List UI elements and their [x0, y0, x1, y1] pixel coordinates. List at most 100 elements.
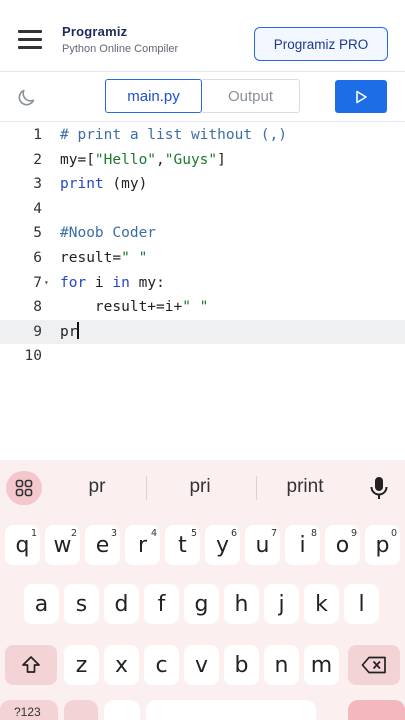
key-hint: 8	[310, 528, 317, 539]
key-g[interactable]: g	[184, 584, 219, 624]
keyboard-apps-button[interactable]	[6, 471, 42, 505]
suggestion-divider	[146, 476, 147, 500]
fold-arrow-icon[interactable]: ▾	[44, 271, 49, 296]
app-header: Programiz Python Online Compiler Program…	[0, 0, 405, 72]
key-k[interactable]: k	[304, 584, 339, 624]
key-s[interactable]: s	[64, 584, 99, 624]
code-line[interactable]: 6 result=" "	[0, 246, 405, 271]
key-u[interactable]: u7	[245, 525, 280, 565]
key-j[interactable]: j	[264, 584, 299, 624]
code-token: " "	[121, 250, 148, 266]
code-token: (my)	[103, 176, 148, 193]
suggestion-bar: pr pri print	[0, 460, 405, 516]
line-number: 1	[33, 127, 42, 143]
text-cursor	[77, 321, 79, 339]
key-a[interactable]: a	[24, 584, 59, 624]
code-line[interactable]: 9 pr	[0, 319, 405, 345]
key-label: q	[15, 532, 30, 558]
key-f[interactable]: f	[144, 584, 179, 624]
key-hint: 5	[190, 528, 197, 539]
code-token: " "	[182, 299, 209, 316]
key-label: c	[155, 652, 168, 678]
code-token: my=[	[60, 151, 95, 168]
programiz-pro-button[interactable]: Programiz PRO	[254, 27, 388, 61]
moon-icon[interactable]	[16, 86, 38, 108]
key-hint: 7	[270, 528, 277, 539]
key-label: v	[194, 652, 209, 678]
run-button[interactable]	[335, 80, 387, 113]
code-token: in	[112, 274, 130, 291]
brand-logo: Programiz	[62, 24, 128, 39]
key-v[interactable]: v	[184, 645, 219, 685]
key-c[interactable]: c	[144, 645, 179, 685]
key-e[interactable]: e3	[85, 525, 120, 565]
code-token: i	[86, 274, 113, 291]
key-label: r	[137, 532, 148, 558]
key-y[interactable]: y6	[205, 525, 240, 565]
line-number: 10	[24, 348, 42, 365]
key-label: k	[315, 591, 328, 617]
code-line[interactable]: 8 result+=i+" "	[0, 295, 405, 320]
shift-icon	[22, 656, 40, 673]
emoji-key[interactable]	[104, 700, 140, 720]
key-label: z	[75, 652, 88, 678]
key-r[interactable]: r4	[125, 525, 160, 565]
code-line[interactable]: 2 my=["Hello","Guys"]	[0, 148, 405, 173]
code-editor[interactable]: 1 # print a list without (,) 2 my=["Hello",…	[0, 122, 405, 460]
code-token: for	[60, 274, 87, 291]
line-number: 3	[33, 176, 42, 193]
key-m[interactable]: m	[304, 645, 339, 685]
key-p[interactable]: p0	[365, 525, 400, 565]
code-token: result+=i+	[60, 299, 183, 316]
code-text: my=["Hello","Guys"]	[60, 148, 226, 173]
key-x[interactable]: x	[104, 645, 139, 685]
code-line[interactable]: 10	[0, 344, 405, 369]
key-label: t	[178, 532, 187, 558]
key-q[interactable]: q1	[5, 525, 40, 565]
key-d[interactable]: d	[104, 584, 139, 624]
shift-key[interactable]	[5, 645, 57, 685]
key-i[interactable]: i8	[285, 525, 320, 565]
line-number: 8	[33, 299, 42, 316]
enter-key[interactable]	[348, 700, 405, 720]
key-h[interactable]: h	[224, 584, 259, 624]
key-b[interactable]: b	[224, 645, 259, 685]
brand[interactable]: Programiz Python Online Compiler	[62, 24, 178, 55]
backspace-key[interactable]	[348, 645, 400, 685]
key-label: b	[234, 652, 249, 678]
tab-main-py[interactable]: main.py	[105, 79, 202, 113]
suggestion-1[interactable]: pr	[52, 476, 142, 498]
key-label: d	[114, 591, 129, 617]
key-label: u	[255, 532, 270, 558]
space-key[interactable]	[146, 700, 316, 720]
key-label: p	[375, 532, 390, 558]
hamburger-menu-icon[interactable]	[18, 30, 42, 50]
code-line[interactable]: 4	[0, 197, 405, 222]
key-o[interactable]: o9	[325, 525, 360, 565]
code-line[interactable]: 5 #Noob Coder	[0, 221, 405, 246]
key-label: w	[53, 532, 72, 558]
comma-key[interactable]	[64, 700, 98, 720]
grid-icon	[15, 479, 33, 497]
key-t[interactable]: t5	[165, 525, 200, 565]
key-label: f	[157, 591, 166, 617]
key-l[interactable]: l	[344, 584, 379, 624]
tab-output[interactable]: Output	[202, 79, 300, 113]
key-label: h	[234, 591, 249, 617]
key-label: s	[75, 591, 88, 617]
suggestion-2[interactable]: pri	[155, 476, 245, 498]
key-z[interactable]: z	[64, 645, 99, 685]
code-token: result=	[60, 250, 122, 266]
microphone-icon[interactable]	[368, 475, 390, 501]
suggestion-3[interactable]: print	[260, 476, 350, 498]
symbols-key[interactable]: ?123	[0, 700, 58, 720]
code-line[interactable]: 3 print (my)	[0, 172, 405, 197]
play-icon	[356, 90, 367, 103]
code-line[interactable]: 7 ▾ for i in my:	[0, 271, 405, 296]
code-line[interactable]: 1 # print a list without (,)	[0, 123, 405, 148]
key-w[interactable]: w2	[45, 525, 80, 565]
key-n[interactable]: n	[264, 645, 299, 685]
key-hint: 3	[110, 528, 117, 539]
key-label: a	[34, 591, 49, 617]
line-number: 2	[33, 151, 42, 168]
